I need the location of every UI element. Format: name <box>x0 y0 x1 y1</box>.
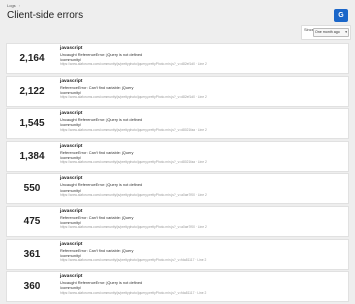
since-selected-value: One month ago <box>315 30 340 34</box>
error-details: javascript ReferenceError: Can't find va… <box>60 144 344 165</box>
error-count: 1,545 <box>19 118 45 130</box>
error-count: 361 <box>23 248 41 260</box>
error-source-url[interactable]: https://www.alaforums.com/community/js/p… <box>60 160 344 165</box>
error-count: 550 <box>23 183 41 195</box>
error-source-url[interactable]: https://www.alaforums.com/community/js/p… <box>60 95 344 100</box>
error-source-url[interactable]: https://www.alaforums.com/community/js/p… <box>60 193 344 198</box>
chevron-down-icon: ▾ <box>345 30 347 34</box>
error-source-url[interactable]: https://www.alaforums.com/community/js/p… <box>60 225 344 230</box>
error-details: javascript ReferenceError: Can't find va… <box>60 79 344 100</box>
error-count: 360 <box>23 281 41 293</box>
error-row[interactable]: 360 javascript Uncaught ReferenceError: … <box>6 271 349 303</box>
error-details: javascript ReferenceError: Can't find va… <box>60 209 344 230</box>
error-row[interactable]: 550 javascript Uncaught ReferenceError: … <box>6 173 349 205</box>
error-row[interactable]: 2,164 javascript Uncaught ReferenceError… <box>6 43 349 74</box>
error-row[interactable]: 475 javascript ReferenceError: Can't fin… <box>6 205 349 237</box>
since-filter: Since One month ago ▾ <box>301 25 351 40</box>
error-list: 2,164 javascript Uncaught ReferenceError… <box>6 43 349 304</box>
breadcrumb: Logs › <box>7 3 20 8</box>
error-source-url[interactable]: https://www.alaforums.com/community/js/p… <box>60 291 344 296</box>
error-row[interactable]: 1,384 javascript ReferenceError: Can't f… <box>6 140 349 172</box>
error-row[interactable]: 2,122 javascript ReferenceError: Can't f… <box>6 75 349 107</box>
error-details: javascript Uncaught ReferenceError: jQue… <box>60 274 344 295</box>
error-source-url[interactable]: https://www.alaforums.com/community/js/p… <box>60 62 344 67</box>
error-row[interactable]: 1,545 javascript Uncaught ReferenceError… <box>6 108 349 140</box>
error-count: 2,122 <box>19 85 45 97</box>
error-source-url[interactable]: https://www.alaforums.com/community/js/p… <box>60 258 344 263</box>
error-details: javascript Uncaught ReferenceError: jQue… <box>60 46 344 67</box>
page-title: Client-side errors <box>7 10 84 21</box>
error-details: javascript Uncaught ReferenceError: jQue… <box>60 176 344 197</box>
breadcrumb-separator: › <box>18 3 21 8</box>
error-details: javascript ReferenceError: Can't find va… <box>60 242 344 263</box>
error-count: 475 <box>23 215 41 227</box>
error-count: 2,164 <box>19 53 45 64</box>
error-count: 1,384 <box>19 150 45 162</box>
breadcrumb-item-logs[interactable]: Logs <box>7 3 16 8</box>
g-button[interactable]: G <box>334 9 348 22</box>
since-select[interactable]: One month ago ▾ <box>313 28 349 37</box>
error-source-url[interactable]: https://www.alaforums.com/community/js/p… <box>60 128 344 133</box>
error-details: javascript Uncaught ReferenceError: jQue… <box>60 111 344 132</box>
error-row[interactable]: 361 javascript ReferenceError: Can't fin… <box>6 238 349 270</box>
